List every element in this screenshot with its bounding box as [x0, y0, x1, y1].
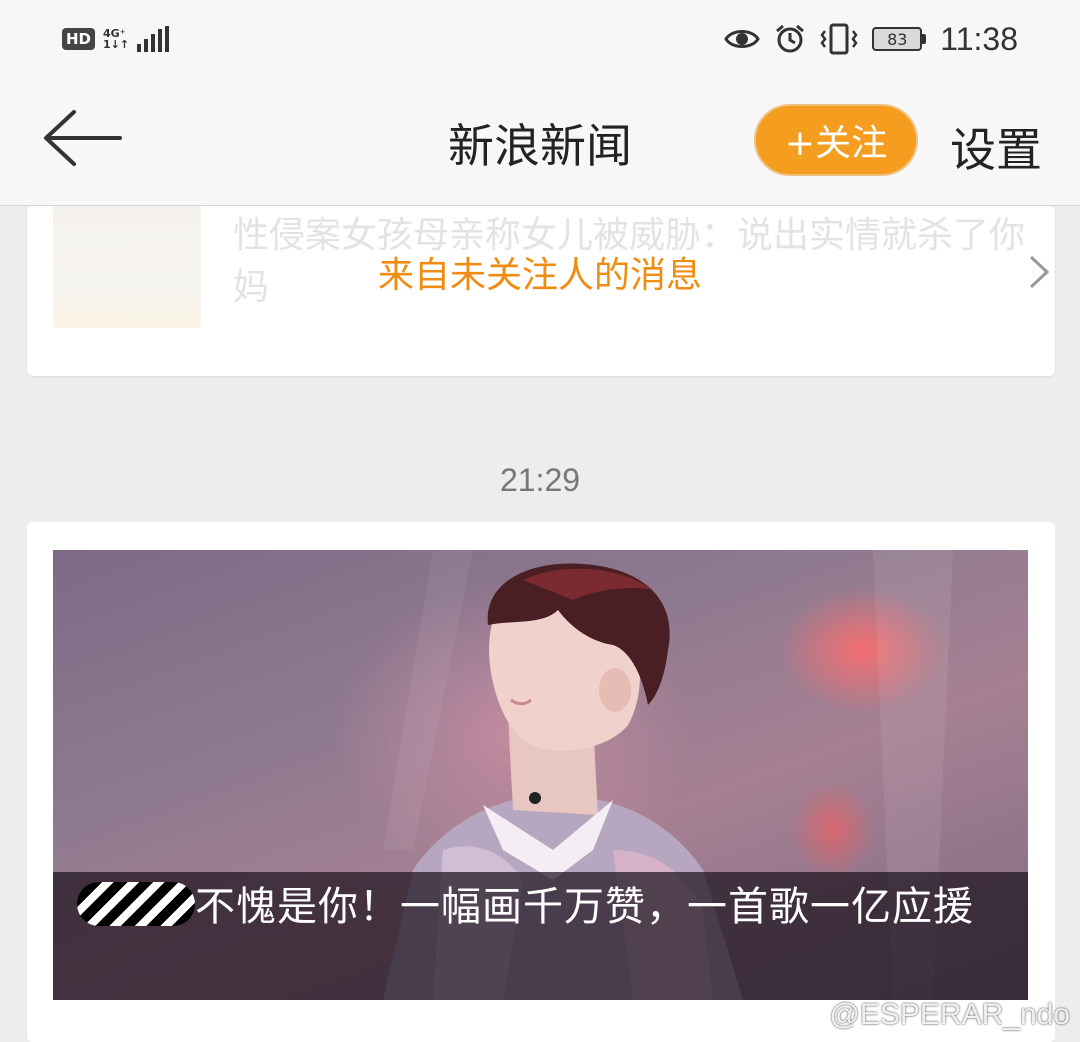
battery-icon: 83	[872, 27, 927, 51]
watermark: @ESPERAR_ndo	[783, 998, 1070, 1032]
network-activity: 1↓↑	[103, 38, 130, 51]
message-timestamp: 21:29	[499, 462, 581, 498]
unfollowed-messages-banner[interactable]: 来自未关注人的消息	[0, 206, 1080, 338]
alarm-icon	[776, 24, 805, 53]
follow-button[interactable]: +关注	[754, 104, 918, 176]
news-caption[interactable]: 不愧是你！一幅画千万赞，一首歌一亿应援	[53, 872, 1028, 1000]
headline-text: 不愧是你！一幅画千万赞，一首歌一亿应援	[195, 884, 974, 930]
redacted-name-mark	[77, 882, 195, 926]
eye-icon	[724, 30, 761, 48]
unfollowed-banner-text: 来自未关注人的消息	[377, 255, 702, 296]
news-headline: 不愧是你！一幅画千万赞，一首歌一亿应援	[77, 878, 1004, 936]
signal-icon	[137, 26, 170, 52]
news-hero-image[interactable]: 不愧是你！一幅画千万赞，一首歌一亿应援	[53, 550, 1028, 1000]
status-left: HD 4G⁺ 1↓↑	[62, 26, 170, 52]
news-card[interactable]: 不愧是你！一幅画千万赞，一首歌一亿应援	[27, 522, 1055, 1042]
watermark-text: @ESPERAR_ndo	[829, 998, 1070, 1031]
clock: 11:38	[940, 20, 1018, 57]
settings-button[interactable]: 设置	[950, 114, 1042, 180]
status-right: 83 11:38	[724, 21, 1018, 58]
status-bar: HD 4G⁺ 1↓↑ 83 11:38	[0, 0, 1080, 78]
battery-level: 83	[872, 27, 923, 51]
chevron-right-icon	[1029, 255, 1050, 289]
vibrate-icon	[820, 23, 858, 55]
network-indicator: 4G⁺ 1↓↑	[103, 28, 129, 50]
nav-bar: 新浪新闻 +关注 设置	[0, 78, 1080, 206]
weibo-logo-icon	[785, 1001, 822, 1030]
hd-badge: HD	[62, 28, 96, 50]
page-title: 新浪新闻	[448, 119, 632, 173]
